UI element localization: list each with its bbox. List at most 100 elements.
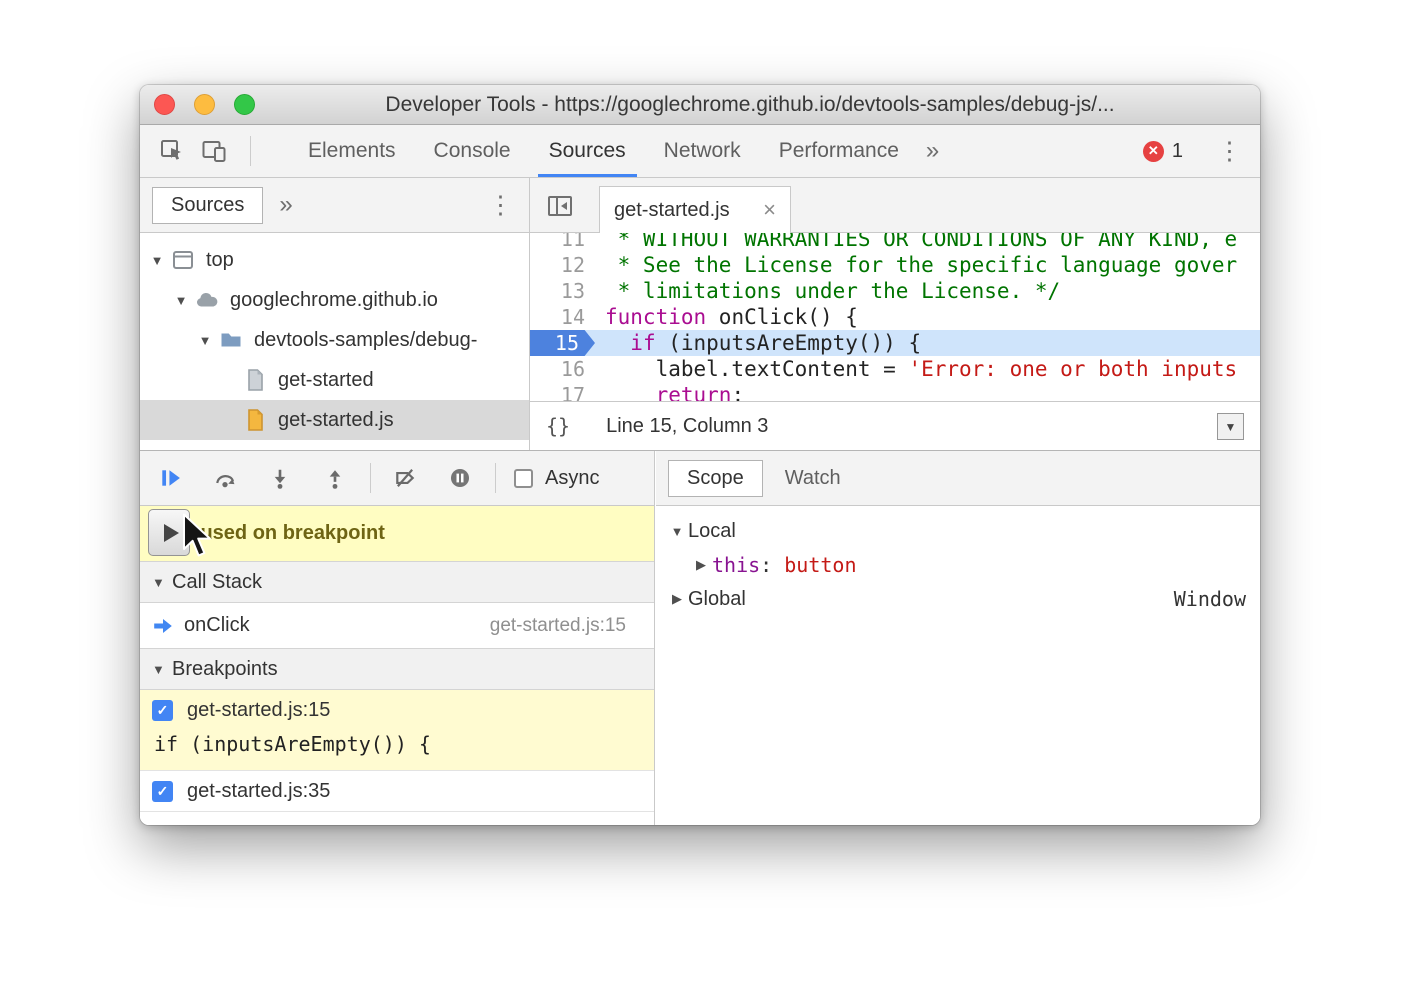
scope-section-local[interactable]: ▼ Local: [656, 514, 1260, 548]
toolbar-divider: [370, 463, 371, 493]
triangle-down-icon[interactable]: ▼: [146, 253, 168, 268]
editor-tab-get-started-js[interactable]: get-started.js ×: [599, 186, 791, 233]
line-number[interactable]: 17: [530, 383, 585, 401]
tab-console[interactable]: Console: [415, 125, 530, 177]
code-line: 13 * limitations under the License. */: [530, 278, 1260, 304]
breakpoints-header[interactable]: ▼ Breakpoints: [140, 648, 654, 690]
device-toolbar-icon[interactable]: [196, 133, 232, 169]
navigator-menu-icon[interactable]: ⋮: [484, 190, 517, 220]
triangle-right-icon[interactable]: ▶: [690, 557, 712, 573]
cursor-position: Line 15, Column 3: [606, 415, 768, 438]
tab-sources[interactable]: Sources: [530, 125, 645, 177]
tab-elements[interactable]: Elements: [289, 125, 415, 177]
dropdown-icon[interactable]: ▼: [1217, 413, 1244, 440]
triangle-down-icon[interactable]: ▼: [666, 524, 688, 539]
breakpoint-checkbox[interactable]: ✓: [152, 700, 173, 721]
line-number[interactable]: 16: [530, 357, 585, 381]
breakpoint-flag[interactable]: 15: [530, 330, 595, 356]
line-number[interactable]: 12: [530, 253, 585, 277]
tree-item-file-selected[interactable]: get-started.js: [140, 400, 529, 440]
pretty-print-icon[interactable]: {}: [546, 414, 570, 438]
scope-property-this[interactable]: ▶ this: button: [656, 548, 1260, 582]
devtools-window: Developer Tools - https://googlechrome.g…: [140, 85, 1260, 825]
triangle-down-icon[interactable]: ▼: [170, 293, 192, 308]
zoom-window-button[interactable]: [234, 94, 255, 115]
async-checkbox[interactable]: [514, 469, 533, 488]
execution-line: 15 if (inputsAreEmpty()) {: [530, 330, 1260, 356]
close-window-button[interactable]: [154, 94, 175, 115]
code-line: 11 * WITHOUT WARRANTIES OR CONDITIONS OF…: [530, 233, 1260, 252]
line-number[interactable]: 11: [530, 233, 585, 251]
triangle-right-icon[interactable]: ▶: [666, 591, 688, 607]
scope-section-value: Window: [1174, 587, 1246, 611]
tab-navigator-sources[interactable]: Sources: [152, 187, 263, 224]
folder-icon: [216, 330, 246, 350]
tree-item-label: devtools-samples/debug-: [254, 329, 477, 352]
scope-section-global[interactable]: ▶ Global Window: [656, 582, 1260, 616]
triangle-down-icon[interactable]: ▼: [152, 662, 172, 677]
error-count: 1: [1172, 140, 1183, 163]
breakpoint-checkbox[interactable]: ✓: [152, 781, 173, 802]
minimize-window-button[interactable]: [194, 94, 215, 115]
breakpoints-title: Breakpoints: [172, 658, 278, 681]
triangle-down-icon[interactable]: ▼: [194, 333, 216, 348]
call-stack-frame[interactable]: onClick get-started.js:15: [140, 603, 654, 648]
tree-item-folder[interactable]: ▼ devtools-samples/debug-: [140, 320, 529, 360]
scope-section-label: Global: [688, 588, 746, 611]
tree-item-label: top: [206, 249, 234, 272]
code-editor[interactable]: 11 * WITHOUT WARRANTIES OR CONDITIONS OF…: [530, 233, 1260, 401]
close-icon[interactable]: ×: [763, 197, 776, 223]
paused-banner: Paused on breakpoint: [140, 506, 654, 561]
tree-item-label: get-started.js: [278, 409, 394, 432]
error-badge[interactable]: ✕ 1: [1143, 140, 1183, 163]
triangle-down-icon[interactable]: ▼: [152, 575, 172, 590]
breakpoint-entry[interactable]: ✓ get-started.js:15 if (inputsAreEmpty()…: [140, 690, 654, 771]
tree-item-top[interactable]: ▼ top: [140, 240, 529, 280]
toolbar-divider: [250, 136, 251, 166]
property-name: this: [712, 553, 760, 577]
code-line: 12 * See the License for the specific la…: [530, 252, 1260, 278]
tab-network[interactable]: Network: [645, 125, 760, 177]
scope-section-label: Local: [688, 520, 736, 543]
deactivate-breakpoints-icon[interactable]: [385, 458, 425, 498]
cloud-icon: [192, 290, 222, 310]
pause-on-exceptions-icon[interactable]: [440, 458, 480, 498]
breakpoint-location: get-started.js:15: [187, 699, 330, 722]
scope-pane: Scope Watch ▼ Local ▶ this: button ▶ Glo…: [656, 451, 1260, 825]
breakpoint-location: get-started.js:35: [187, 780, 330, 803]
debugger-section: Async Paused on breakpoint ▼ Call Stack …: [140, 450, 1260, 825]
hide-navigator-icon[interactable]: [544, 190, 576, 222]
line-number[interactable]: 14: [530, 305, 585, 329]
tree-item-domain[interactable]: ▼ googlechrome.github.io: [140, 280, 529, 320]
inspect-element-icon[interactable]: [154, 133, 190, 169]
main-menu-icon[interactable]: ⋮: [1213, 136, 1246, 166]
panel-tabs: Elements Console Sources Network Perform…: [289, 125, 947, 177]
step-over-icon[interactable]: [205, 458, 245, 498]
tab-scope[interactable]: Scope: [668, 460, 763, 497]
resume-script-icon[interactable]: [150, 458, 190, 498]
step-out-icon[interactable]: [315, 458, 355, 498]
breakpoint-entry[interactable]: ✓ get-started.js:35: [140, 771, 654, 812]
navigator-more-tabs-icon[interactable]: »: [271, 191, 300, 219]
call-stack-title: Call Stack: [172, 571, 262, 594]
current-frame-icon: [152, 615, 174, 637]
js-file-icon: [240, 408, 270, 432]
editor-pane: get-started.js × 11 * WITHOUT WARRANTIES…: [530, 178, 1260, 450]
line-number[interactable]: 13: [530, 279, 585, 303]
tree-item-file[interactable]: get-started: [140, 360, 529, 400]
tab-performance[interactable]: Performance: [760, 125, 918, 177]
play-icon: [164, 524, 179, 542]
tab-watch[interactable]: Watch: [785, 467, 841, 490]
main-toolbar: Elements Console Sources Network Perform…: [140, 125, 1260, 178]
frame-function-name: onClick: [184, 614, 250, 637]
tree-item-label: get-started: [278, 369, 374, 392]
code-line: 14 function onClick() {: [530, 304, 1260, 330]
window-title: Developer Tools - https://googlechrome.g…: [140, 93, 1260, 117]
more-tabs-icon[interactable]: »: [918, 137, 947, 165]
frame-location: get-started.js:15: [490, 615, 626, 637]
property-separator: :: [760, 553, 784, 577]
debugger-pane: Async Paused on breakpoint ▼ Call Stack …: [140, 451, 655, 825]
step-into-icon[interactable]: [260, 458, 300, 498]
call-stack-header[interactable]: ▼ Call Stack: [140, 561, 654, 603]
toolbar-divider: [495, 463, 496, 493]
